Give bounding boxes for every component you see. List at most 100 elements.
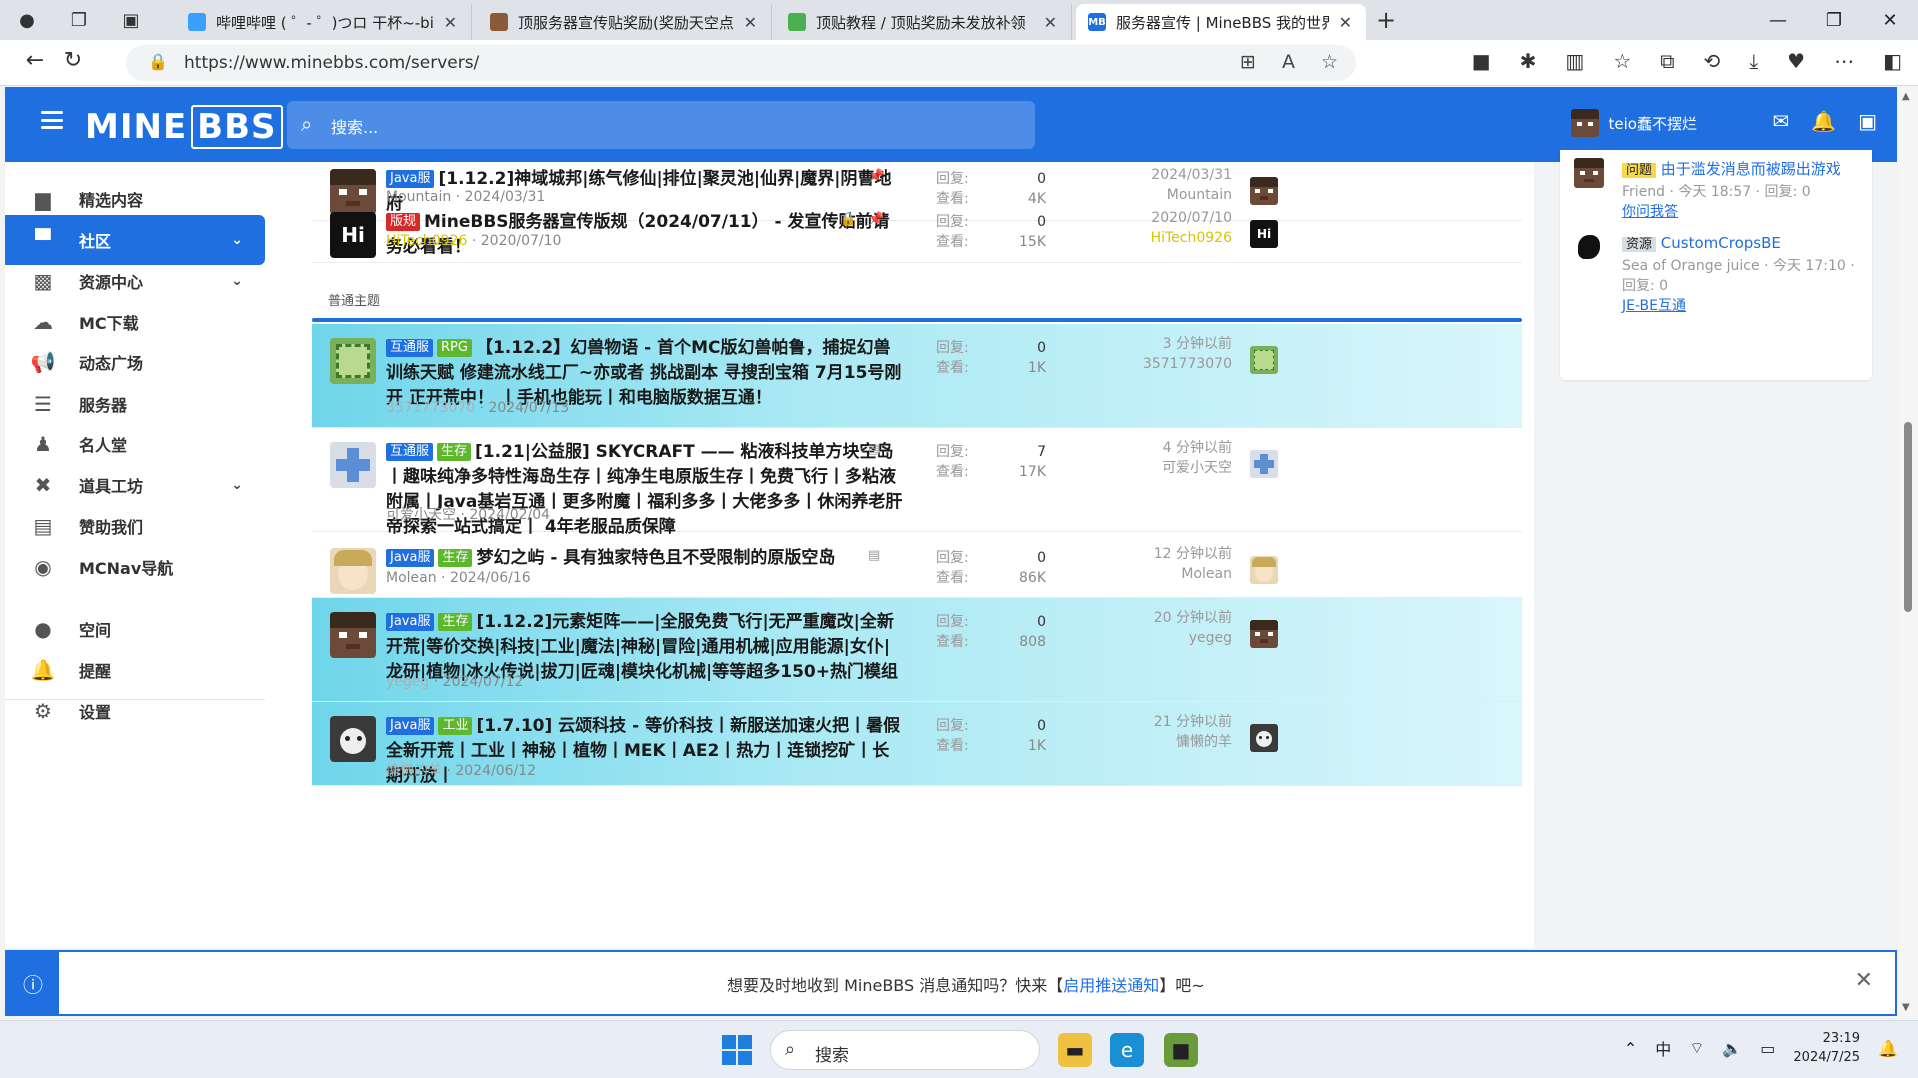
last-post-date[interactable]: 12 分钟以前	[1092, 544, 1232, 564]
minimize-button[interactable]: —	[1750, 0, 1806, 40]
thread-prefix-badge[interactable]: 生存	[438, 613, 473, 631]
thread-author[interactable]: Molean	[386, 570, 437, 586]
thread-prefix-badge[interactable]: Java服	[386, 717, 435, 735]
thread-author-avatar[interactable]	[330, 548, 376, 594]
wifi-icon[interactable]: ⌔	[1689, 1038, 1704, 1058]
last-post-user[interactable]: Molean	[1092, 564, 1232, 584]
thread-date[interactable]: 2020/07/10	[481, 233, 562, 249]
thread-row[interactable]: Java服 生存 [1.12.2]元素矩阵——|全服免费飞行|无严重魔改|全新开荒|…	[312, 598, 1522, 702]
tab-close-icon[interactable]: ✕	[744, 13, 757, 32]
browser-tab[interactable]: 顶服务器宣传贴奖励(奖励天空点 ✕	[478, 4, 772, 40]
refresh-icon[interactable]: ↻	[58, 48, 88, 73]
last-poster-avatar[interactable]	[1250, 450, 1278, 478]
thread-date[interactable]: 2024/02/04	[469, 507, 550, 523]
performance-icon[interactable]: ♥	[1787, 49, 1805, 73]
browser-tab[interactable]: 顶贴教程 / 顶贴奖励未发放补领 ✕	[776, 4, 1072, 40]
extensions-icon[interactable]: ✱	[1520, 49, 1537, 73]
last-poster-avatar[interactable]: Hi	[1250, 220, 1278, 248]
volume-icon[interactable]: 🔈	[1722, 1039, 1742, 1058]
thread-author[interactable]: 3571773070	[386, 400, 475, 416]
thread-row[interactable]: Java服 工业 [1.7.10] 云颂科技 - 等价科技丨新服送加速火把丨暑假全新…	[312, 702, 1522, 786]
url-box[interactable]: 🔒 https://www.minebbs.com/servers/ ⊞ A ☆	[126, 45, 1356, 81]
thread-author-avatar[interactable]	[330, 612, 376, 658]
tray-chevron-icon[interactable]: ⌃	[1624, 1039, 1637, 1058]
latest-item-avatar[interactable]	[1574, 232, 1604, 262]
last-poster-avatar[interactable]	[1250, 724, 1278, 752]
lock-icon[interactable]: 🔒	[148, 52, 168, 71]
thread-prefix-badge[interactable]: Java服	[386, 613, 435, 631]
thread-author[interactable]: HiTech0926	[386, 233, 467, 249]
sidebar-item[interactable]: ⚙ 设置	[5, 686, 265, 736]
thread-prefix-badge[interactable]: Java服	[386, 549, 435, 567]
thread-title-text[interactable]: 梦幻之屿 - 具有独家特色且不受限制的原版空岛	[476, 548, 835, 568]
last-post-user[interactable]: 可爱小天空	[1092, 458, 1232, 478]
battery-icon[interactable]: ▭	[1760, 1039, 1775, 1058]
url-text[interactable]: https://www.minebbs.com/servers/	[184, 53, 479, 73]
read-aloud-icon[interactable]: A	[1282, 51, 1295, 73]
favorites-icon[interactable]: ☆	[1613, 49, 1631, 73]
extension-badge-icon[interactable]: ■	[1472, 49, 1491, 73]
thread-prefix-badge[interactable]: 工业	[438, 717, 473, 735]
last-post-user[interactable]: HiTech0926	[1092, 228, 1232, 248]
thread-prefix-badge[interactable]: 生存	[437, 443, 472, 461]
thread-title[interactable]: Java服 生存 梦幻之屿 - 具有独家特色且不受限制的原版空岛	[386, 546, 906, 571]
enable-push-link[interactable]: 启用推送通知	[1063, 976, 1159, 995]
minecraft-icon[interactable]: ■	[1164, 1033, 1198, 1067]
browser-tab[interactable]: 哔哩哔哩 ( ゜- ゜)つロ 干杯~-bilib ✕	[176, 4, 472, 40]
browser-tab[interactable]: MB 服务器宣传 | MineBBS 我的世界 ✕	[1076, 4, 1366, 40]
latest-item-title-text[interactable]: CustomCropsBE	[1661, 234, 1781, 252]
sidebar-toggle-icon[interactable]: ◧	[1883, 49, 1902, 73]
notification-bell-icon[interactable]: 🔔	[1878, 1039, 1898, 1058]
thread-title[interactable]: 互通服 生存 [1.21|公益服] SKYCRAFT —— 粘液科技单方块空岛丨趣味…	[386, 440, 906, 540]
thread-row[interactable]: Hi 版规 MineBBS服务器宣传版规（2024/07/11） - 发宣传贴前请务…	[312, 200, 1522, 263]
thread-author[interactable]: yegeg	[386, 674, 429, 690]
thread-prefix-badge[interactable]: 互通服	[386, 339, 434, 357]
site-logo[interactable]: MINE BBS	[85, 105, 283, 149]
latest-item-title-text[interactable]: 由于滥发消息而被踢出游戏	[1661, 160, 1841, 178]
thread-row[interactable]: Java服 生存 梦幻之屿 - 具有独家特色且不受限制的原版空岛 Molean · 2…	[312, 532, 1522, 598]
last-post-date[interactable]: 20 分钟以前	[1092, 608, 1232, 628]
more-menu-icon[interactable]: ⋯	[1834, 49, 1854, 73]
thread-prefix-badge[interactable]: Java服	[386, 170, 435, 188]
close-window-button[interactable]: ✕	[1862, 0, 1918, 40]
scrollbar-thumb[interactable]	[1904, 422, 1912, 612]
tab-close-icon[interactable]: ✕	[1339, 13, 1352, 32]
app-available-icon[interactable]: ⊞	[1240, 51, 1256, 73]
last-poster-avatar[interactable]	[1250, 346, 1278, 374]
tab-actions-icon[interactable]: ▣	[116, 6, 146, 34]
user-menu[interactable]: teio蠢不摆烂	[1570, 109, 1697, 137]
new-tab-button[interactable]: +	[1376, 6, 1396, 34]
mail-icon[interactable]: ✉	[1772, 109, 1789, 133]
thread-row[interactable]: 互通服 生存 [1.21|公益服] SKYCRAFT —— 粘液科技单方块空岛丨趣味…	[312, 428, 1522, 537]
clock[interactable]: 23:19 2024/7/25	[1793, 1029, 1860, 1067]
scroll-up-icon[interactable]: ▲	[1902, 91, 1910, 102]
last-post-date[interactable]: 21 分钟以前	[1092, 712, 1232, 732]
tab-close-icon[interactable]: ✕	[1044, 13, 1057, 32]
thread-author-avatar[interactable]: Hi	[330, 212, 376, 258]
split-screen-icon[interactable]: ▥	[1565, 49, 1584, 73]
last-post-user[interactable]: 3571773070	[1092, 354, 1232, 374]
thread-author-avatar[interactable]	[330, 442, 376, 488]
tab-close-icon[interactable]: ✕	[444, 13, 457, 32]
favorite-star-icon[interactable]: ☆	[1321, 51, 1338, 73]
thread-date[interactable]: 2024/07/13	[488, 400, 569, 416]
latest-item-avatar[interactable]	[1574, 158, 1604, 188]
taskbar-search[interactable]: ⌕ 搜索	[770, 1030, 1040, 1070]
close-icon[interactable]: ✕	[1855, 968, 1873, 993]
sidebar-item[interactable]: ◉ MCNav导航	[5, 542, 265, 592]
back-icon[interactable]: ←	[20, 48, 50, 73]
chevron-down-icon[interactable]: ⌄	[231, 477, 243, 493]
windows-start-icon[interactable]	[722, 1035, 752, 1065]
thread-author[interactable]: 可爱小天空	[386, 507, 456, 523]
last-post-date[interactable]: 2024/03/31	[1092, 165, 1232, 185]
file-explorer-icon[interactable]: ▬	[1058, 1033, 1092, 1067]
page-scrollbar[interactable]: ▲ ▼	[1898, 87, 1918, 1017]
chevron-down-icon[interactable]: ⌄	[231, 273, 243, 289]
scroll-down-icon[interactable]: ▼	[1902, 1002, 1910, 1013]
search-input[interactable]: 搜索...	[331, 114, 378, 138]
thread-prefix-badge[interactable]: 生存	[438, 549, 473, 567]
thread-prefix-badge[interactable]: 互通服	[386, 443, 434, 461]
last-poster-avatar[interactable]	[1250, 620, 1278, 648]
menu-icon[interactable]	[41, 111, 63, 129]
last-post-date[interactable]: 4 分钟以前	[1092, 438, 1232, 458]
